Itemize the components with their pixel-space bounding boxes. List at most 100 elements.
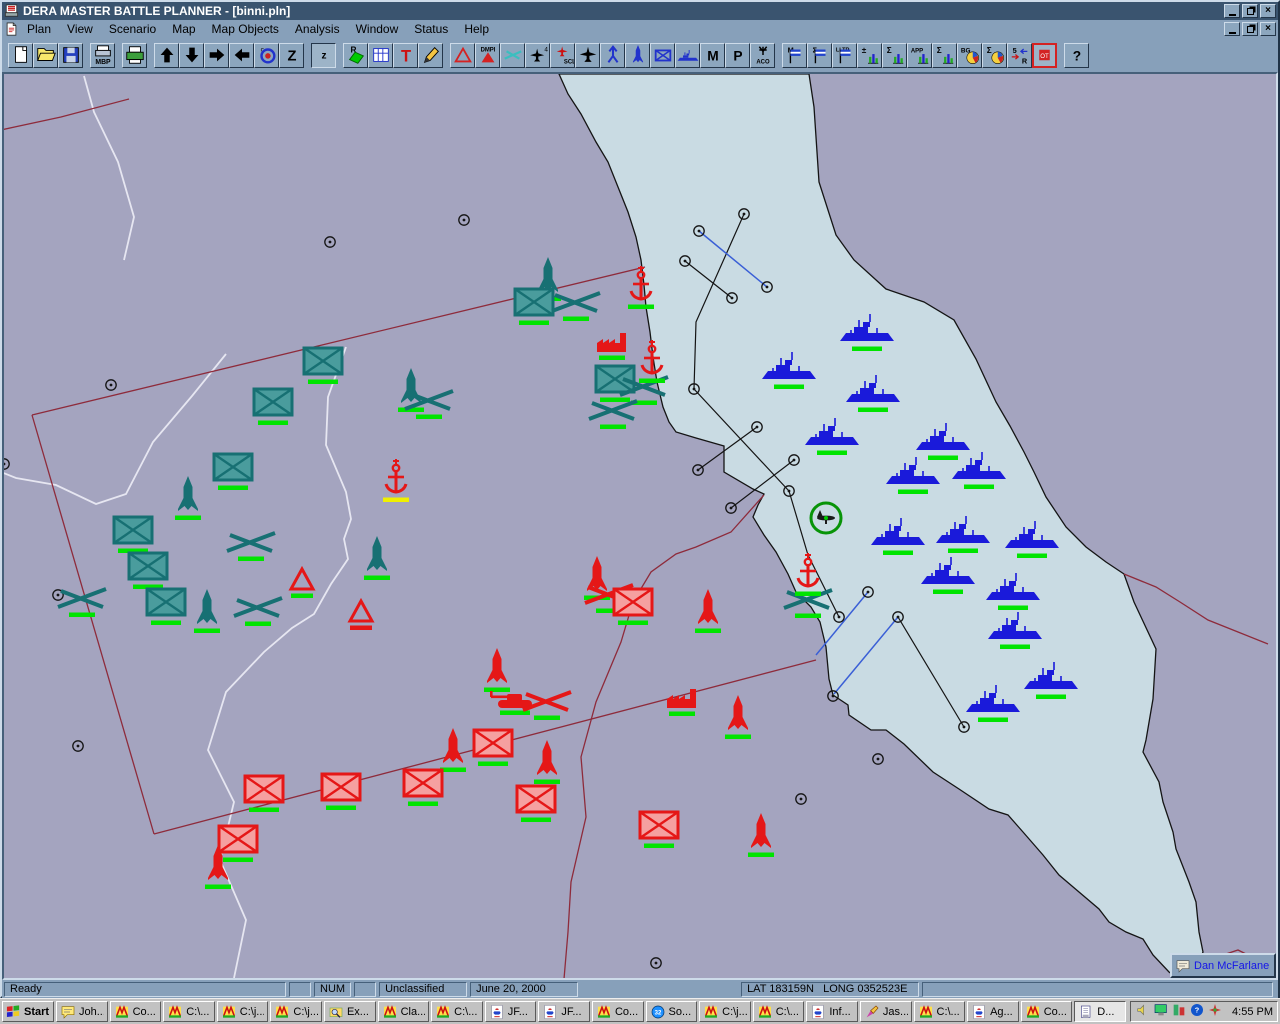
speaker-icon[interactable] bbox=[1135, 1002, 1153, 1021]
svg-text:?: ? bbox=[1195, 1006, 1200, 1015]
svg-text:z: z bbox=[321, 51, 326, 62]
menu-window[interactable]: Window bbox=[348, 21, 407, 37]
menu-view[interactable]: View bbox=[59, 21, 101, 37]
lltr-flag-button[interactable]: LLTR bbox=[832, 43, 857, 68]
save-button[interactable] bbox=[58, 43, 83, 68]
close-button[interactable]: × bbox=[1260, 4, 1276, 18]
start-button[interactable]: Start bbox=[2, 1001, 54, 1022]
aircraft-4-button[interactable]: 4 bbox=[525, 43, 550, 68]
recolor-r-button[interactable]: R bbox=[343, 43, 368, 68]
task-button-cla[interactable]: Cla... bbox=[378, 1001, 430, 1022]
ot-active-button[interactable]: OT bbox=[1032, 43, 1057, 68]
zoom-in-button[interactable]: Z bbox=[279, 43, 304, 68]
toolbar: MBPcZzRTDMPI4SCLMPACOMΣLLTR±ΣAPPΣBGΣ5ROT… bbox=[2, 38, 1278, 72]
minimize-button[interactable] bbox=[1224, 4, 1240, 18]
document-icon[interactable] bbox=[4, 22, 19, 36]
m-tool-button[interactable]: M bbox=[700, 43, 725, 68]
route-cyan-button[interactable] bbox=[500, 43, 525, 68]
print-button[interactable] bbox=[122, 43, 147, 68]
menu-help[interactable]: Help bbox=[456, 21, 497, 37]
task-button-jas[interactable]: Jas... bbox=[860, 1001, 912, 1022]
task-button-ag[interactable]: Ag... bbox=[967, 1001, 1019, 1022]
blue-help-icon[interactable]: ? bbox=[1189, 1002, 1207, 1021]
task-button-co[interactable]: Co... bbox=[1021, 1001, 1073, 1022]
status-caps bbox=[289, 982, 311, 997]
pan-down-button[interactable] bbox=[179, 43, 204, 68]
task-button-jf[interactable]: JF... bbox=[485, 1001, 537, 1022]
map-canvas[interactable] bbox=[4, 74, 1276, 978]
app-chart-button[interactable]: APP bbox=[907, 43, 932, 68]
svg-text:T: T bbox=[400, 47, 410, 65]
pan-left-button[interactable] bbox=[229, 43, 254, 68]
task-button-ex[interactable]: Ex... bbox=[324, 1001, 376, 1022]
task-button-cj[interactable]: C:\j... bbox=[270, 1001, 322, 1022]
sum-chart2-button[interactable]: Σ bbox=[932, 43, 957, 68]
child-minimize-button[interactable] bbox=[1224, 22, 1240, 36]
unit-box-tool-button[interactable] bbox=[650, 43, 675, 68]
open-button[interactable] bbox=[33, 43, 58, 68]
user-presence-window[interactable]: Dan McFarlane bbox=[1170, 953, 1276, 978]
center-target-button[interactable]: c bbox=[254, 43, 279, 68]
svg-text:Σ: Σ bbox=[986, 46, 991, 55]
missile-tool-button[interactable] bbox=[625, 43, 650, 68]
task-button-joh[interactable]: Joh... bbox=[56, 1001, 108, 1022]
clock[interactable]: 4:55 PM bbox=[1232, 1006, 1273, 1018]
chart-icon[interactable] bbox=[1171, 1002, 1189, 1021]
draw-pencil-button[interactable] bbox=[418, 43, 443, 68]
task-button-c[interactable]: C:\... bbox=[753, 1001, 805, 1022]
aircraft-scl-button[interactable]: SCL bbox=[550, 43, 575, 68]
status-scrl bbox=[354, 982, 376, 997]
pan-up-button[interactable] bbox=[154, 43, 179, 68]
svg-text:R: R bbox=[1021, 56, 1027, 65]
task-button-jf[interactable]: JF... bbox=[538, 1001, 590, 1022]
task-button-co[interactable]: Co... bbox=[592, 1001, 644, 1022]
svg-text:ACO: ACO bbox=[756, 59, 770, 65]
user-name: Dan McFarlane bbox=[1194, 960, 1269, 972]
restore-button[interactable] bbox=[1242, 4, 1258, 18]
title-bar[interactable]: DERA MASTER BATTLE PLANNER - [binni.pln]… bbox=[2, 2, 1278, 20]
task-button-c[interactable]: C:\... bbox=[431, 1001, 483, 1022]
svg-text:MBP: MBP bbox=[95, 59, 111, 66]
task-button-so[interactable]: 32So... bbox=[646, 1001, 698, 1022]
triangle-outline-button[interactable] bbox=[450, 43, 475, 68]
menu-analysis[interactable]: Analysis bbox=[287, 21, 348, 37]
aco-button[interactable]: ACO bbox=[750, 43, 775, 68]
task-button-co[interactable]: Co... bbox=[110, 1001, 162, 1022]
bg-pie-button[interactable]: BG bbox=[957, 43, 982, 68]
aircraft-button[interactable] bbox=[575, 43, 600, 68]
menu-map[interactable]: Map bbox=[164, 21, 203, 37]
task-button-cj[interactable]: C:\j... bbox=[699, 1001, 751, 1022]
menu-map-objects[interactable]: Map Objects bbox=[204, 21, 287, 37]
task-button-d[interactable]: D... bbox=[1074, 1001, 1126, 1022]
zoom-out-small-button[interactable]: z bbox=[311, 43, 336, 68]
pan-right-button[interactable] bbox=[204, 43, 229, 68]
child-close-button[interactable]: × bbox=[1260, 22, 1276, 36]
menu-scenario[interactable]: Scenario bbox=[101, 21, 164, 37]
status-bar: Ready NUM Unclassified June 20, 2000 LAT… bbox=[2, 980, 1278, 998]
task-button-c[interactable]: C:\... bbox=[163, 1001, 215, 1022]
menu-plan[interactable]: Plan bbox=[19, 21, 59, 37]
route-5r-button[interactable]: 5R bbox=[1007, 43, 1032, 68]
sum-chart-button[interactable]: Σ bbox=[882, 43, 907, 68]
dmpi-button[interactable]: DMPI bbox=[475, 43, 500, 68]
taskbar: Start Joh...Co...C:\...C:\j...C:\j...Ex.… bbox=[0, 998, 1280, 1024]
new-button[interactable] bbox=[8, 43, 33, 68]
task-button-inf[interactable]: Inf... bbox=[806, 1001, 858, 1022]
menu-status[interactable]: Status bbox=[406, 21, 456, 37]
sum-flag-button[interactable]: Σ bbox=[807, 43, 832, 68]
mbp-print-button[interactable]: MBP bbox=[90, 43, 115, 68]
ship-tool-button[interactable] bbox=[675, 43, 700, 68]
plusminus-chart-button[interactable]: ± bbox=[857, 43, 882, 68]
sam-site-button[interactable] bbox=[600, 43, 625, 68]
table-view-button[interactable] bbox=[368, 43, 393, 68]
m-flag-button[interactable]: M bbox=[782, 43, 807, 68]
task-button-c[interactable]: C:\... bbox=[914, 1001, 966, 1022]
p-tool-button[interactable]: P bbox=[725, 43, 750, 68]
task-button-cj[interactable]: C:\j... bbox=[217, 1001, 269, 1022]
help-button[interactable]: ? bbox=[1064, 43, 1089, 68]
display-icon[interactable] bbox=[1153, 1002, 1171, 1021]
sum-pie-button[interactable]: Σ bbox=[982, 43, 1007, 68]
text-label-button[interactable]: T bbox=[393, 43, 418, 68]
child-restore-button[interactable] bbox=[1242, 22, 1258, 36]
pinwheel-icon[interactable] bbox=[1207, 1002, 1225, 1021]
